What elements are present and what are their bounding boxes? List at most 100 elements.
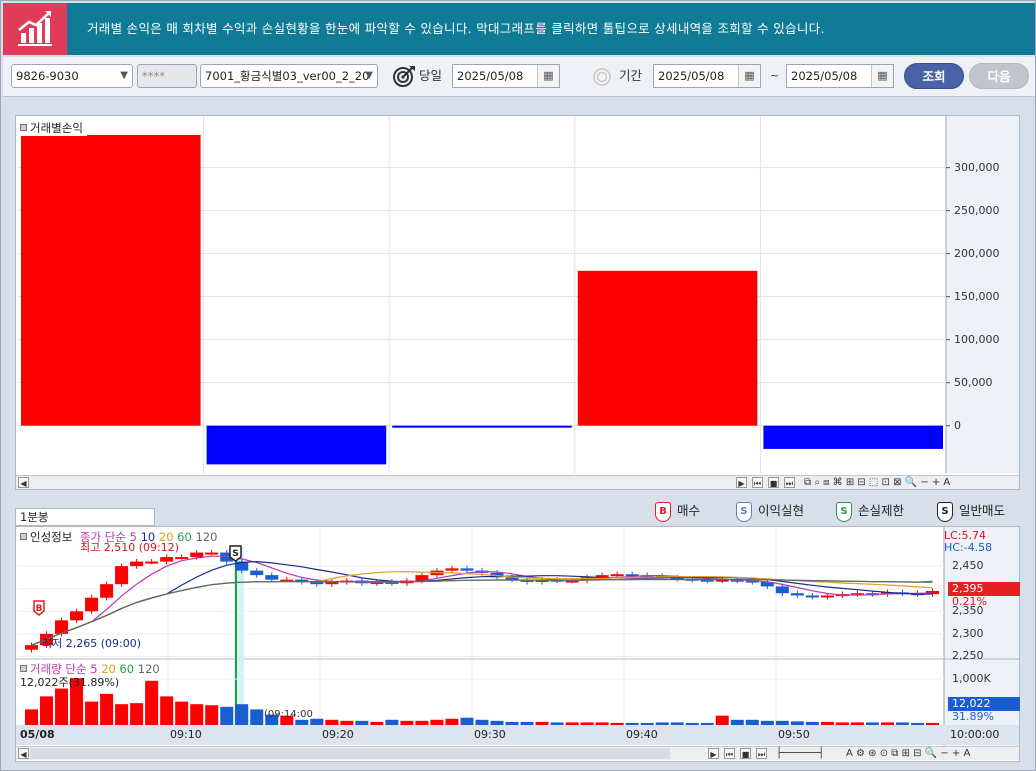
volume-bar[interactable] bbox=[400, 720, 414, 725]
password-field[interactable]: **** bbox=[137, 64, 197, 88]
day-date-field[interactable]: 2025/05/08 ▦ bbox=[452, 64, 560, 88]
candle[interactable] bbox=[190, 552, 204, 558]
volume-bar[interactable] bbox=[775, 720, 789, 725]
volume-bar[interactable] bbox=[805, 721, 819, 725]
pnl-bar[interactable] bbox=[577, 270, 758, 426]
candle[interactable] bbox=[85, 597, 99, 612]
volume-bar[interactable] bbox=[550, 722, 564, 725]
candle[interactable] bbox=[160, 557, 174, 562]
next-button[interactable]: 다음 bbox=[969, 63, 1029, 89]
scroll-first-icon[interactable]: ⏮ bbox=[752, 477, 763, 488]
chart-tools-icon[interactable]: ⧉ ⌕ ⧈ ⌘ ⊞ ⊟ ⬚ ⊡ ⊠ 🔍 − + A bbox=[804, 476, 950, 489]
volume-bar[interactable] bbox=[535, 721, 549, 725]
calendar-icon[interactable]: ▦ bbox=[537, 65, 559, 87]
volume-bar[interactable] bbox=[145, 680, 159, 725]
candle[interactable] bbox=[250, 570, 264, 576]
volume-bar[interactable] bbox=[565, 722, 579, 725]
volume-bar[interactable] bbox=[625, 722, 639, 725]
zoom-slider[interactable]: ├──────┤ bbox=[776, 747, 824, 760]
volume-bar[interactable] bbox=[460, 717, 474, 725]
candle[interactable] bbox=[265, 575, 279, 580]
candle[interactable] bbox=[460, 568, 474, 571]
candle[interactable] bbox=[115, 566, 129, 585]
volume-bar[interactable] bbox=[385, 719, 399, 725]
volume-bar[interactable] bbox=[175, 701, 189, 725]
pnl-scrollbar[interactable]: ◀ ▶ ⏮ ■ ⏭ ⧉ ⌕ ⧈ ⌘ ⊞ ⊟ ⬚ ⊡ ⊠ 🔍 − + A bbox=[16, 475, 1019, 489]
scroll-right-icon[interactable]: ▶ bbox=[736, 477, 747, 488]
volume-bar[interactable] bbox=[325, 719, 339, 725]
stop-icon[interactable]: ■ bbox=[768, 477, 779, 488]
candle[interactable] bbox=[175, 557, 189, 560]
volume-bar[interactable] bbox=[130, 703, 144, 725]
minute-scrollbar[interactable]: ◀ ▶ ⏮ ■ ⏭ ├──────┤ A ⚙ ⊛ ⊙ ⧉ ⊞ ⊟ 🔍 − + A bbox=[16, 746, 1019, 760]
volume-bar[interactable] bbox=[415, 720, 429, 725]
candle[interactable] bbox=[25, 645, 39, 650]
volume-bar[interactable] bbox=[85, 701, 99, 725]
volume-bar[interactable] bbox=[925, 722, 939, 725]
volume-bar[interactable] bbox=[235, 704, 249, 725]
candle[interactable] bbox=[145, 561, 159, 564]
volume-bar[interactable] bbox=[910, 722, 924, 725]
volume-bar[interactable] bbox=[670, 722, 684, 725]
volume-bar[interactable] bbox=[655, 722, 669, 725]
calendar-icon[interactable]: ▦ bbox=[871, 65, 893, 87]
volume-bar[interactable] bbox=[250, 709, 264, 725]
volume-bar[interactable] bbox=[370, 721, 384, 725]
volume-bar[interactable] bbox=[40, 696, 54, 725]
volume-bar[interactable] bbox=[55, 688, 69, 725]
volume-bar[interactable] bbox=[475, 719, 489, 725]
volume-bar[interactable] bbox=[640, 722, 654, 725]
volume-bar[interactable] bbox=[490, 720, 504, 725]
volume-bar[interactable] bbox=[520, 721, 534, 725]
tab-1min[interactable]: 1분봉 bbox=[15, 508, 155, 526]
volume-bar[interactable] bbox=[580, 722, 594, 725]
period-from-field[interactable]: 2025/05/08 ▦ bbox=[653, 64, 761, 88]
minute-chart[interactable]: BS bbox=[16, 527, 1019, 747]
scroll-thumb[interactable] bbox=[30, 748, 670, 759]
volume-bar[interactable] bbox=[730, 719, 744, 725]
target-icon[interactable] bbox=[392, 65, 416, 87]
candle[interactable] bbox=[130, 561, 144, 567]
volume-bar[interactable] bbox=[610, 722, 624, 725]
pnl-chart[interactable] bbox=[16, 116, 1019, 473]
volume-bar[interactable] bbox=[745, 719, 759, 725]
volume-bar[interactable] bbox=[220, 706, 234, 725]
candle[interactable] bbox=[445, 568, 459, 571]
period-to-field[interactable]: 2025/05/08 ▦ bbox=[786, 64, 894, 88]
candle[interactable] bbox=[805, 595, 819, 598]
candle[interactable] bbox=[775, 586, 789, 594]
volume-bar[interactable] bbox=[445, 718, 459, 725]
scroll-right-icon[interactable]: ▶ bbox=[708, 748, 719, 759]
chart-tools-icon[interactable]: A ⚙ ⊛ ⊙ ⧉ ⊞ ⊟ 🔍 − + A bbox=[846, 747, 970, 760]
pnl-bar[interactable] bbox=[21, 134, 201, 426]
volume-bar[interactable] bbox=[190, 704, 204, 725]
scroll-last-icon[interactable]: ⏭ bbox=[784, 477, 795, 488]
volume-bar[interactable] bbox=[355, 720, 369, 725]
volume-bar[interactable] bbox=[790, 721, 804, 725]
candle[interactable] bbox=[70, 611, 84, 621]
scroll-first-icon[interactable]: ⏮ bbox=[724, 748, 735, 759]
radio-icon[interactable] bbox=[592, 67, 612, 87]
volume-bar[interactable] bbox=[505, 721, 519, 725]
volume-bar[interactable] bbox=[685, 722, 699, 725]
volume-bar[interactable] bbox=[205, 705, 219, 725]
search-button[interactable]: 조회 bbox=[904, 63, 964, 89]
volume-bar[interactable] bbox=[865, 722, 879, 725]
candle[interactable] bbox=[820, 595, 834, 598]
volume-bar[interactable] bbox=[700, 722, 714, 725]
candle[interactable] bbox=[100, 584, 114, 598]
calendar-icon[interactable]: ▦ bbox=[738, 65, 760, 87]
pnl-bar[interactable] bbox=[763, 425, 943, 449]
buy-marker-icon[interactable]: B bbox=[33, 600, 45, 616]
scroll-left-icon[interactable]: ◀ bbox=[18, 477, 29, 488]
pnl-bar[interactable] bbox=[392, 425, 572, 428]
volume-bar[interactable] bbox=[715, 715, 729, 725]
volume-bar[interactable] bbox=[340, 720, 354, 725]
volume-bar[interactable] bbox=[820, 721, 834, 725]
stop-icon[interactable]: ■ bbox=[740, 748, 751, 759]
candle[interactable] bbox=[610, 574, 624, 577]
strategy-select[interactable]: 7001_황금식별03_ver00_2_20 ▼ bbox=[200, 64, 378, 88]
scroll-last-icon[interactable]: ⏭ bbox=[756, 748, 767, 759]
volume-bar[interactable] bbox=[595, 722, 609, 725]
candle[interactable] bbox=[205, 552, 219, 555]
